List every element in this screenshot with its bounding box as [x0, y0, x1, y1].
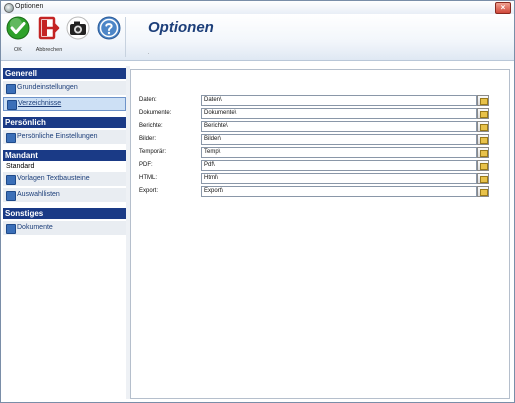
section-mandant: Mandant — [3, 150, 126, 161]
window-title: Optionen — [15, 3, 44, 10]
browse-button[interactable] — [477, 186, 489, 197]
sidebar-item-label: Auswahllisten — [17, 191, 60, 198]
title-bar[interactable]: Optionen × — [1, 1, 514, 15]
bilder-path-field[interactable]: Bilder\ — [201, 134, 477, 145]
directory-label: Bilder: — [139, 136, 157, 142]
sidebar-item-label: Dokumente — [17, 224, 53, 231]
directories-panel: Daten: Daten\ Dokumente: Dokumente\ Beri… — [130, 69, 510, 399]
list-icon — [6, 191, 16, 201]
folder-icon — [480, 111, 488, 118]
browse-button[interactable] — [477, 147, 489, 158]
browse-button[interactable] — [477, 160, 489, 171]
section-sonstiges: Sonstiges — [3, 208, 126, 219]
section-generell: Generell — [3, 68, 126, 79]
folder-icon — [480, 124, 488, 131]
browse-button[interactable] — [477, 95, 489, 106]
folder-icon — [480, 98, 488, 105]
toolbar-separator — [125, 17, 126, 57]
directory-label: Dokumente: — [139, 110, 172, 116]
pdf-path-field[interactable]: Pdf\ — [201, 160, 477, 171]
folder-icon — [480, 137, 488, 144]
folder-icon — [480, 150, 488, 157]
sidebar-item-dokumente[interactable]: Dokumente — [3, 221, 126, 235]
dokumente-path-field[interactable]: Dokumente\ — [201, 108, 477, 119]
export-path-field[interactable]: Export\ — [201, 186, 477, 197]
app-icon — [4, 3, 14, 13]
html-path-field[interactable]: Html\ — [201, 173, 477, 184]
mandant-standard[interactable]: Standard — [3, 161, 126, 172]
ok-label: OK — [14, 47, 22, 53]
sidebar-item-auswahllisten[interactable]: Auswahllisten — [3, 188, 126, 202]
list-icon — [6, 175, 16, 185]
directory-label: HTML: — [139, 175, 157, 181]
temp-path-field[interactable]: Temp\ — [201, 147, 477, 158]
daten-path-field[interactable]: Daten\ — [201, 95, 477, 106]
camera-icon — [66, 16, 90, 40]
browse-button[interactable] — [477, 121, 489, 132]
sidebar-item-label: Vorlagen Textbausteine — [17, 175, 90, 182]
directory-label: Daten: — [139, 97, 157, 103]
sidebar-item-vorlagen-textbausteine[interactable]: Vorlagen Textbausteine — [3, 172, 126, 186]
list-icon — [6, 224, 16, 234]
browse-button[interactable] — [477, 134, 489, 145]
browse-button[interactable] — [477, 173, 489, 184]
camera-button[interactable] — [65, 16, 91, 58]
cancel-button[interactable]: Abbrechen — [34, 16, 64, 58]
directory-label: Temporär: — [139, 149, 167, 155]
help-button[interactable] — [94, 16, 124, 58]
ok-button[interactable]: OK — [3, 16, 33, 58]
help-icon — [97, 16, 121, 40]
page-title: Optionen — [148, 19, 214, 36]
sidebar-item-grundeinstellungen[interactable]: Grundeinstellungen — [3, 81, 126, 95]
sidebar-item-persoenliche-einstellungen[interactable]: Persönliche Einstellungen — [3, 130, 126, 144]
sidebar-item-label: Persönliche Einstellungen — [17, 133, 98, 140]
browse-button[interactable] — [477, 108, 489, 119]
cancel-label: Abbrechen — [35, 47, 63, 53]
sidebar-item-label: Verzeichnisse — [18, 100, 62, 107]
list-icon — [6, 84, 16, 94]
page-subtitle: . — [148, 50, 150, 56]
close-button[interactable]: × — [495, 2, 511, 14]
checkmark-icon — [6, 16, 30, 40]
list-icon — [6, 133, 16, 143]
berichte-path-field[interactable]: Berichte\ — [201, 121, 477, 132]
exit-icon — [38, 16, 60, 40]
sidebar-item-label: Grundeinstellungen — [17, 84, 78, 91]
sidebar: Generell Grundeinstellungen Verzeichniss… — [3, 66, 126, 398]
directory-label: PDF: — [139, 162, 153, 168]
folder-icon — [480, 163, 488, 170]
directory-label: Berichte: — [139, 123, 163, 129]
folder-icon — [480, 176, 488, 183]
section-persoenlich: Persönlich — [3, 117, 126, 128]
directory-label: Export: — [139, 188, 159, 194]
toolbar: OK Abbrechen Optionen . — [1, 14, 514, 61]
sidebar-item-verzeichnisse[interactable]: Verzeichnisse — [3, 97, 126, 111]
folder-icon — [480, 189, 488, 196]
list-icon — [7, 100, 17, 110]
